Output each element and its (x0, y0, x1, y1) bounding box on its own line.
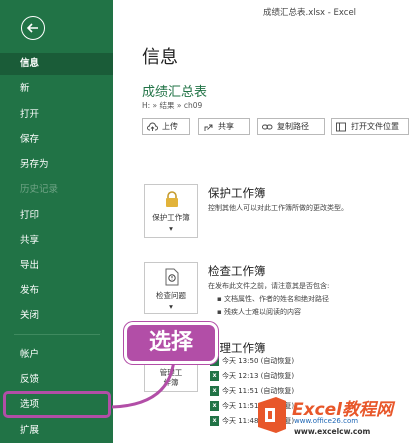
watermark-url-2: www.excelcw.com (294, 427, 371, 436)
back-arrow-icon (26, 23, 38, 33)
inspect-bullet: ▪ 残疾人士难以阅读的内容 (217, 308, 301, 316)
copy-path-button[interactable]: 复制路径 (257, 118, 325, 135)
protect-workbook-icon-label: 保护工作簿 (152, 213, 190, 222)
office-logo-icon (258, 397, 286, 433)
watermark-url: www.office26.com (294, 417, 359, 425)
nav-open[interactable]: 打开 (0, 104, 113, 126)
page-title: 信息 (142, 47, 178, 68)
nav-save[interactable]: 保存 (0, 129, 113, 151)
workbook-path: H: » 结果 » ch09 (142, 101, 203, 110)
inspect-document-icon (165, 268, 179, 286)
copy-path-label: 复制路径 (277, 122, 309, 131)
backstage-sidebar: 信息 新 打开 保存 另存为 历史记录 打印 共享 导出 发布 关闭 帐户 反馈… (0, 0, 113, 443)
nav-share[interactable]: 共享 (0, 230, 113, 252)
nav-divider (14, 334, 100, 335)
inspect-icon-label: 检查问题 (156, 291, 186, 300)
nav-close[interactable]: 关闭 (0, 305, 113, 327)
excel-file-icon: x (210, 371, 219, 381)
inspect-bullet: ▪ 文档属性、作者的姓名和绝对路径 (217, 295, 329, 303)
nav-extensions[interactable]: 扩展 (0, 420, 113, 442)
open-location-button[interactable]: 打开文件位置 (331, 118, 409, 135)
inspect-workbook-button[interactable]: 检查问题 ▾ (144, 262, 198, 314)
nav-info[interactable]: 信息 (0, 53, 113, 75)
excel-file-icon: x (210, 416, 219, 426)
lock-icon (166, 191, 178, 207)
protect-workbook-button[interactable]: 保护工作簿 ▾ (144, 184, 198, 238)
folder-icon (336, 122, 346, 132)
back-button[interactable] (21, 16, 45, 40)
excel-file-icon: x (210, 386, 219, 396)
link-icon (262, 124, 273, 130)
select-callout: 选择 (124, 322, 218, 364)
options-highlight-box (3, 391, 111, 418)
upload-button[interactable]: 上传 (142, 118, 190, 135)
open-location-label: 打开文件位置 (351, 122, 399, 131)
excel-file-icon: x (210, 401, 219, 411)
protect-title: 保护工作簿 (208, 186, 266, 200)
window-title: 成绩汇总表.xlsx - Excel (263, 8, 357, 18)
workbook-name: 成绩汇总表 (142, 85, 208, 100)
nav-print[interactable]: 打印 (0, 205, 113, 227)
nav-save-as[interactable]: 另存为 (0, 154, 113, 176)
inspect-desc: 在发布此文件之前，请注意其是否包含: (208, 282, 330, 290)
chevron-down-icon: ▾ (169, 224, 173, 233)
share-icon (204, 124, 213, 131)
watermark: Excel教程网 www.office26.com www.excelcw.co… (248, 393, 413, 443)
inspect-title: 检查工作簿 (208, 264, 266, 278)
nav-export[interactable]: 导出 (0, 255, 113, 277)
protect-desc: 控制其他人可以对此工作簿所做的更改类型。 (208, 204, 348, 212)
upload-label: 上传 (162, 122, 178, 131)
nav-account[interactable]: 帐户 (0, 344, 113, 366)
nav-new[interactable]: 新 (0, 78, 113, 100)
upload-icon (147, 122, 158, 131)
nav-history: 历史记录 (20, 184, 59, 195)
callout-connector (111, 358, 176, 409)
share-button[interactable]: 共享 (198, 118, 250, 135)
nav-publish[interactable]: 发布 (0, 280, 113, 302)
share-label: 共享 (218, 122, 234, 131)
chevron-down-icon: ▾ (169, 302, 173, 311)
nav-feedback[interactable]: 反馈 (0, 369, 113, 391)
